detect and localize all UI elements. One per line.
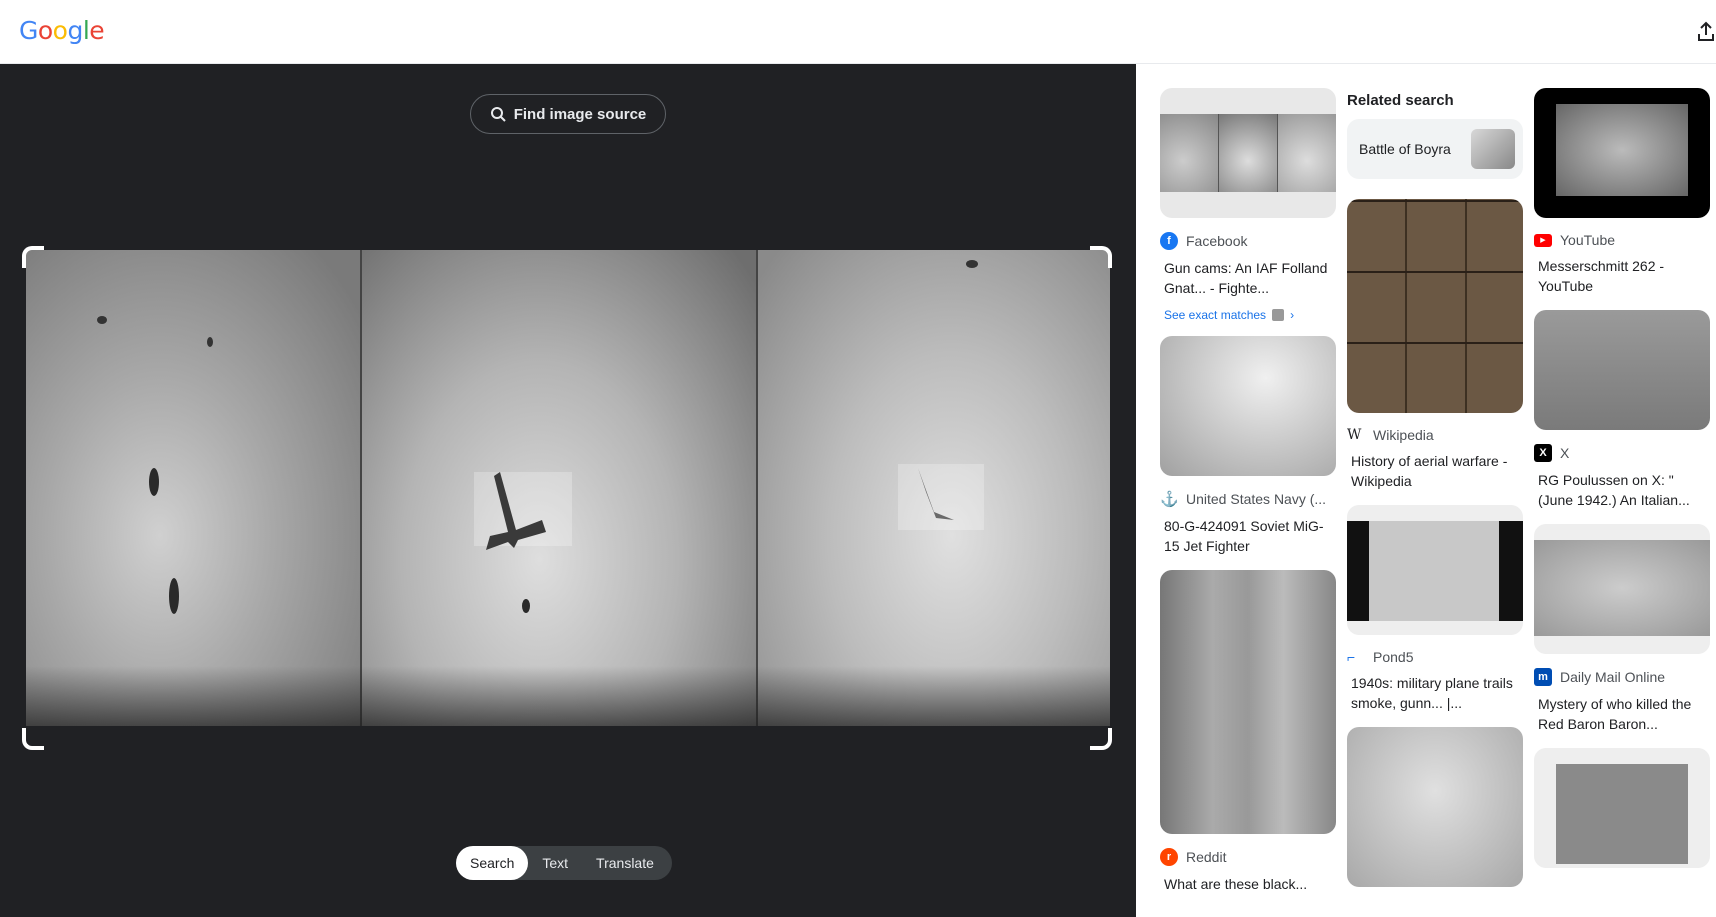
source-name: Pond5	[1373, 649, 1414, 665]
x-icon: X	[1534, 444, 1552, 462]
result-thumbnail[interactable]	[1347, 727, 1523, 887]
image-thumb-icon	[1272, 309, 1285, 321]
logo-letter: o	[37, 16, 53, 45]
tab-translate[interactable]: Translate	[582, 846, 668, 880]
result-title[interactable]: RG Poulussen on X: "(June 1942.) An Ital…	[1534, 470, 1710, 510]
result-card[interactable]: m Daily Mail Online Mystery of who kille…	[1534, 524, 1710, 734]
facebook-icon: f	[1160, 232, 1178, 250]
source-name: Wikipedia	[1373, 427, 1434, 443]
results-column: f Facebook Gun cams: An IAF Folland Gnat…	[1160, 88, 1336, 917]
plane-icon	[486, 472, 546, 613]
anchor-icon: ⚓	[1160, 491, 1179, 508]
crop-handle-bottom-left[interactable]	[22, 728, 44, 750]
tab-search[interactable]: Search	[456, 846, 529, 880]
result-card[interactable]: f Facebook Gun cams: An IAF Folland Gnat…	[1160, 88, 1336, 322]
result-source[interactable]: ▶ YouTube	[1534, 232, 1710, 248]
lens-mode-tabs: Search Text Translate	[456, 846, 672, 880]
related-search-thumbnail	[1471, 129, 1515, 169]
result-title[interactable]: Messerschmitt 262 - YouTube	[1534, 256, 1710, 296]
related-search-label: Battle of Boyra	[1359, 141, 1451, 157]
lens-search-icon	[490, 107, 506, 122]
source-name: Daily Mail Online	[1560, 669, 1666, 685]
result-title[interactable]: 80-G-424091 Soviet MiG-15 Jet Fighter	[1160, 516, 1336, 556]
dailymail-icon: m	[1534, 668, 1552, 686]
logo-letter: G	[19, 16, 38, 45]
result-title[interactable]: Gun cams: An IAF Folland Gnat... - Fight…	[1160, 258, 1336, 298]
related-search-chip[interactable]: Battle of Boyra	[1347, 119, 1523, 179]
result-card[interactable]: ▶ YouTube Messerschmitt 262 - YouTube	[1534, 88, 1710, 296]
crop-handle-top-right[interactable]	[1090, 246, 1112, 268]
gun-camera-frame-2	[360, 250, 756, 726]
result-source[interactable]: ⌐ Pond5	[1347, 649, 1523, 665]
header-bar: Google	[0, 0, 1716, 64]
results-column: ▶ YouTube Messerschmitt 262 - YouTube X …	[1534, 88, 1710, 882]
result-card[interactable]	[1347, 727, 1523, 887]
result-source[interactable]: f Facebook	[1160, 232, 1336, 250]
gun-camera-frame-1	[26, 250, 360, 726]
result-card[interactable]: r Reddit What are these black...	[1160, 570, 1336, 914]
results-column: Related search Battle of Boyra W Wikiped…	[1347, 88, 1523, 901]
share-upload-icon[interactable]	[1696, 20, 1716, 44]
gun-camera-frame-3	[756, 250, 1110, 726]
chevron-right-icon: ›	[1290, 308, 1295, 322]
result-thumbnail[interactable]	[1347, 199, 1523, 413]
crop-handle-top-left[interactable]	[22, 246, 44, 268]
source-name: Facebook	[1186, 233, 1248, 249]
find-image-source-button[interactable]: Find image source	[470, 94, 666, 134]
result-title[interactable]: History of aerial warfare - Wikipedia	[1347, 451, 1523, 491]
plane-icon	[918, 260, 978, 520]
aircraft-silhouettes	[97, 316, 213, 614]
result-card[interactable]: W Wikipedia History of aerial warfare - …	[1347, 199, 1523, 491]
crop-handle-bottom-right[interactable]	[1090, 728, 1112, 750]
result-thumbnail[interactable]	[1160, 88, 1336, 218]
tab-text[interactable]: Text	[528, 846, 582, 880]
result-source[interactable]: ⚓ United States Navy (...	[1160, 490, 1336, 508]
result-card[interactable]: ⚓ United States Navy (... 80-G-424091 So…	[1160, 336, 1336, 556]
source-name: X	[1560, 445, 1570, 461]
result-thumbnail[interactable]	[1534, 524, 1710, 654]
image-shadow	[26, 666, 1110, 726]
pond5-icon: ⌐	[1347, 649, 1356, 665]
result-source[interactable]: X X	[1534, 444, 1710, 462]
result-card[interactable]	[1534, 748, 1710, 868]
source-name: YouTube	[1560, 232, 1616, 248]
image-viewer-panel: Find image source Search Text Translate	[0, 64, 1136, 917]
result-thumbnail[interactable]	[1534, 88, 1710, 218]
see-exact-matches-label: See exact matches	[1164, 308, 1267, 322]
logo-letter: o	[52, 16, 68, 45]
google-logo[interactable]: Google	[19, 16, 105, 45]
result-card[interactable]: X X RG Poulussen on X: "(June 1942.) An …	[1534, 310, 1710, 510]
result-title[interactable]: Mystery of who killed the Red Baron Baro…	[1534, 694, 1710, 734]
result-thumbnail[interactable]	[1534, 748, 1710, 868]
source-name: United States Navy (...	[1186, 491, 1327, 507]
visual-matches-panel: f Facebook Gun cams: An IAF Folland Gnat…	[1136, 64, 1716, 917]
result-thumbnail[interactable]	[1347, 505, 1523, 635]
result-thumbnail[interactable]	[1160, 336, 1336, 476]
youtube-icon: ▶	[1534, 233, 1552, 247]
result-thumbnail[interactable]	[1160, 570, 1336, 834]
result-source[interactable]: m Daily Mail Online	[1534, 668, 1710, 686]
result-source[interactable]: W Wikipedia	[1347, 427, 1523, 443]
result-card[interactable]: ⌐ Pond5 1940s: military plane trails smo…	[1347, 505, 1523, 713]
wikipedia-icon: W	[1347, 427, 1362, 443]
find-image-source-label: Find image source	[513, 105, 647, 123]
see-exact-matches-link[interactable]: See exact matches ›	[1160, 308, 1336, 322]
related-search-heading: Related search	[1347, 92, 1454, 109]
source-name: Reddit	[1186, 849, 1227, 865]
result-title[interactable]: 1940s: military plane trails smoke, gunn…	[1347, 673, 1523, 713]
result-title[interactable]: What are these black...	[1160, 874, 1336, 914]
result-thumbnail[interactable]	[1534, 310, 1710, 430]
logo-letter: g	[67, 16, 83, 45]
reddit-icon: r	[1160, 848, 1178, 866]
logo-letter: e	[89, 16, 105, 45]
query-image	[26, 250, 1110, 726]
result-source[interactable]: r Reddit	[1160, 848, 1336, 866]
